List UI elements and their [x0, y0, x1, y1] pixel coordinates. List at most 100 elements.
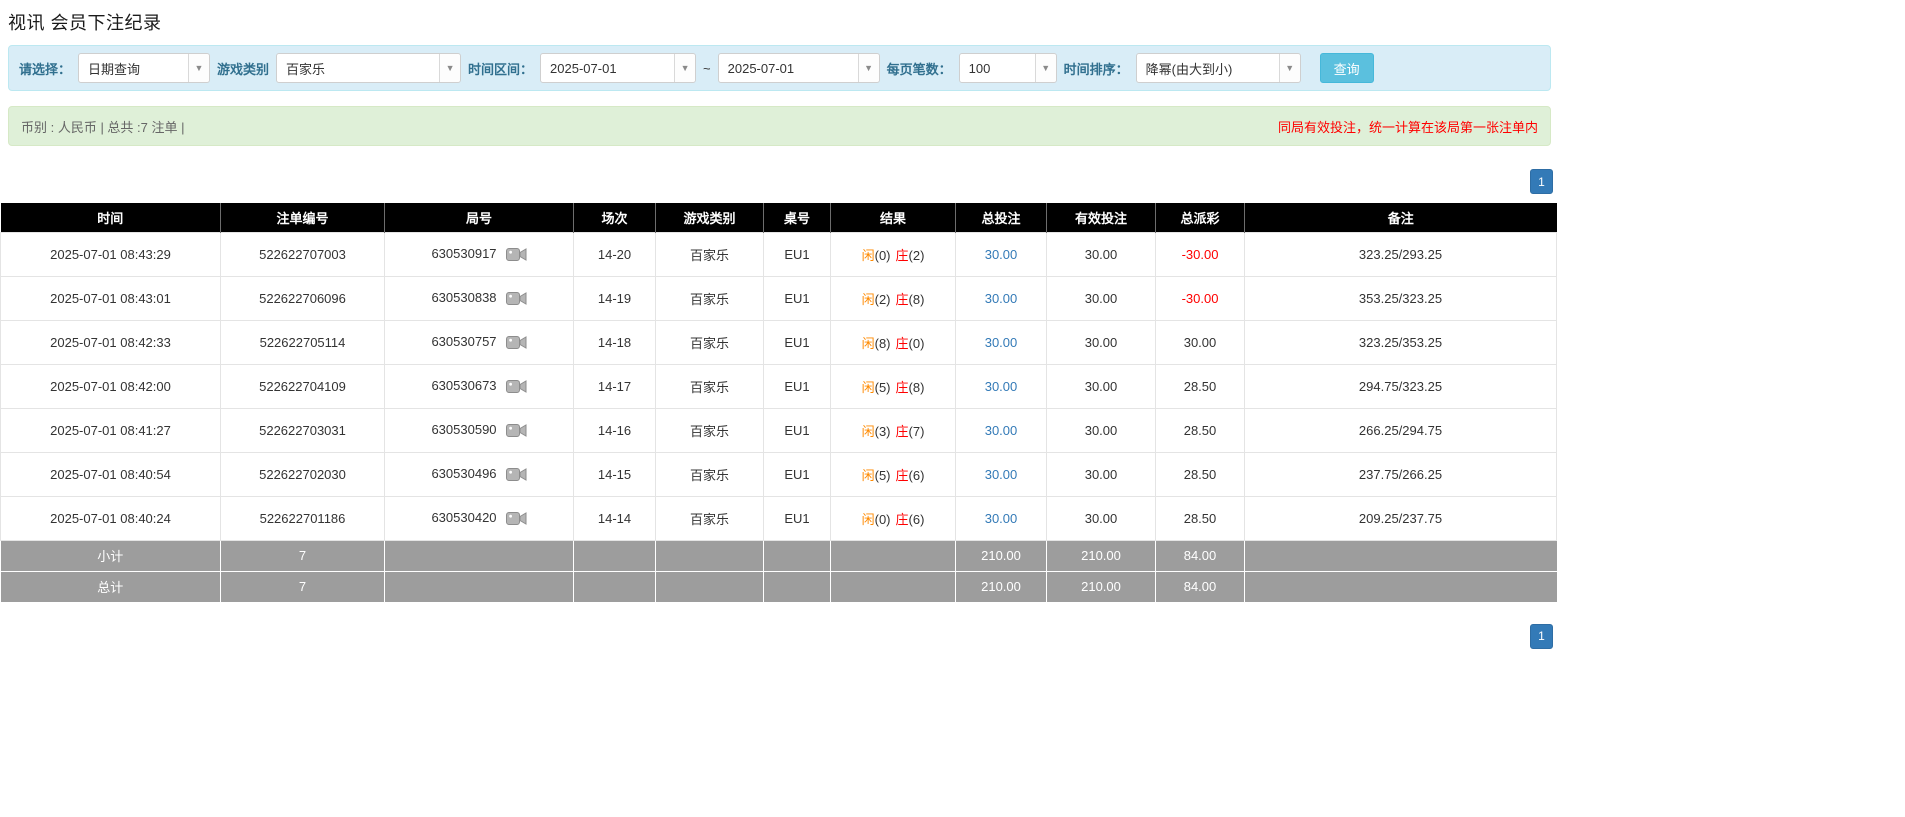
page-size-select[interactable]: 100 ▼ [959, 53, 1057, 83]
video-icon[interactable] [506, 290, 527, 307]
round-id: 630530673 [431, 379, 496, 394]
note-cell: 353.25/323.25 [1245, 276, 1557, 320]
payout-cell: -30.00 [1156, 232, 1245, 276]
total-row-empty-cell [831, 571, 956, 602]
banker-result-label: 庄 [896, 292, 909, 307]
subtotal-row: 小计7210.00210.0084.00 [1, 540, 1557, 571]
chevron-down-icon[interactable]: ▼ [188, 54, 209, 82]
total-row-empty-cell [656, 571, 764, 602]
note-cell: 237.75/266.25 [1245, 452, 1557, 496]
chevron-down-icon[interactable]: ▼ [674, 54, 695, 82]
banker-result-score: (6) [909, 468, 925, 483]
total-bet-link[interactable]: 30.00 [985, 467, 1018, 482]
date-from-value: 2025-07-01 [541, 54, 674, 82]
subtotal-row-empty-cell [764, 540, 831, 571]
video-icon[interactable] [506, 510, 527, 527]
search-button[interactable]: 查询 [1320, 53, 1374, 83]
time-cell: 2025-07-01 08:42:33 [1, 320, 221, 364]
video-icon[interactable] [506, 422, 527, 439]
date-from-select[interactable]: 2025-07-01 ▼ [540, 53, 696, 83]
round-id: 630530420 [431, 511, 496, 526]
banker-result-score: (0) [909, 336, 925, 351]
total-bet-link[interactable]: 30.00 [985, 335, 1018, 350]
total-row-payout-cell: 84.00 [1156, 571, 1245, 602]
column-header-0: 时间 [1, 203, 221, 232]
round-cell: 630530757 [385, 320, 574, 364]
valid-bet-cell: 30.00 [1047, 364, 1156, 408]
column-header-6: 结果 [831, 203, 956, 232]
total-bet-link[interactable]: 30.00 [985, 291, 1018, 306]
player-result-score: (8) [875, 336, 891, 351]
note-cell: 266.25/294.75 [1245, 408, 1557, 452]
total-row-empty-cell [574, 571, 656, 602]
page-1-button[interactable]: 1 [1530, 169, 1553, 194]
query-type-select[interactable]: 日期查询 ▼ [78, 53, 210, 83]
chevron-down-icon[interactable]: ▼ [858, 54, 879, 82]
banker-result-label: 庄 [896, 512, 909, 527]
time-sort-select[interactable]: 降幂(由大到小) ▼ [1136, 53, 1301, 83]
total-bet-cell: 30.00 [956, 452, 1047, 496]
chevron-down-icon[interactable]: ▼ [439, 54, 460, 82]
round-id: 630530917 [431, 247, 496, 262]
video-icon[interactable] [506, 466, 527, 483]
chevron-down-icon[interactable]: ▼ [1035, 54, 1056, 82]
column-header-3: 场次 [574, 203, 656, 232]
filter-bar: 请选择： 日期查询 ▼ 游戏类别 百家乐 ▼ 时间区间： 2025-07-01 … [8, 45, 1551, 91]
video-icon[interactable] [506, 334, 527, 351]
total-bet-cell: 30.00 [956, 496, 1047, 540]
banker-result-score: (6) [909, 512, 925, 527]
round-cell: 630530838 [385, 276, 574, 320]
table-row: 2025-07-01 08:41:27522622703031630530590… [1, 408, 1557, 452]
valid-bet-cell: 30.00 [1047, 232, 1156, 276]
table-row: 2025-07-01 08:42:00522622704109630530673… [1, 364, 1557, 408]
bet-id-cell: 522622704109 [221, 364, 385, 408]
subtotal-row-count-cell: 7 [221, 540, 385, 571]
page-1-button[interactable]: 1 [1530, 624, 1553, 649]
game-type-cell: 百家乐 [656, 496, 764, 540]
total-bet-link[interactable]: 30.00 [985, 379, 1018, 394]
payout-cell: 28.50 [1156, 408, 1245, 452]
table-row: 2025-07-01 08:42:33522622705114 630530757… [1, 320, 1557, 364]
pagination-bottom: 1 [0, 624, 1553, 649]
total-bet-link[interactable]: 30.00 [985, 247, 1018, 262]
video-icon[interactable] [506, 378, 527, 395]
table-no-cell: EU1 [764, 320, 831, 364]
total-bet-cell: 30.00 [956, 320, 1047, 364]
player-result-label: 闲 [862, 248, 875, 263]
same-round-notice: 同局有效投注，统一计算在该局第一张注单内 [1278, 117, 1538, 136]
date-range-label: 时间区间： [468, 59, 533, 78]
query-type-value: 日期查询 [79, 54, 188, 82]
banker-result-label: 庄 [896, 336, 909, 351]
subtotal-row-total-bet-cell: 210.00 [956, 540, 1047, 571]
table-no-cell: EU1 [764, 276, 831, 320]
total-bet-cell: 30.00 [956, 232, 1047, 276]
bet-id-cell: 522622701186 [221, 496, 385, 540]
time-cell: 2025-07-01 08:43:01 [1, 276, 221, 320]
bet-id-cell: 522622705114 [221, 320, 385, 364]
game-type-cell: 百家乐 [656, 408, 764, 452]
game-type-label: 游戏类别 [217, 59, 269, 78]
time-cell: 2025-07-01 08:41:27 [1, 408, 221, 452]
note-cell: 323.25/293.25 [1245, 232, 1557, 276]
table-row: 2025-07-01 08:43:29522622707003630530917… [1, 232, 1557, 276]
bet-id-cell: 522622702030 [221, 452, 385, 496]
bet-id-cell: 522622703031 [221, 408, 385, 452]
round-id: 630530496 [431, 467, 496, 482]
table-no-cell: EU1 [764, 408, 831, 452]
column-header-5: 桌号 [764, 203, 831, 232]
date-to-select[interactable]: 2025-07-01 ▼ [718, 53, 880, 83]
chevron-down-icon[interactable]: ▼ [1279, 54, 1300, 82]
column-header-8: 有效投注 [1047, 203, 1156, 232]
game-type-select[interactable]: 百家乐 ▼ [276, 53, 461, 83]
total-bet-link[interactable]: 30.00 [985, 511, 1018, 526]
note-cell: 294.75/323.25 [1245, 364, 1557, 408]
player-result-label: 闲 [862, 292, 875, 307]
video-icon[interactable] [506, 246, 527, 263]
total-bet-cell: 30.00 [956, 276, 1047, 320]
page: 视讯 会员下注纪录 请选择： 日期查询 ▼ 游戏类别 百家乐 ▼ 时间区间： 2… [0, 0, 1557, 649]
subtotal-row-empty-cell [656, 540, 764, 571]
table-header-row: 时间注单编号局号场次游戏类别桌号结果总投注有效投注总派彩备注 [1, 203, 1557, 232]
round-id: 630530757 [431, 335, 496, 350]
time-cell: 2025-07-01 08:40:24 [1, 496, 221, 540]
total-bet-link[interactable]: 30.00 [985, 423, 1018, 438]
